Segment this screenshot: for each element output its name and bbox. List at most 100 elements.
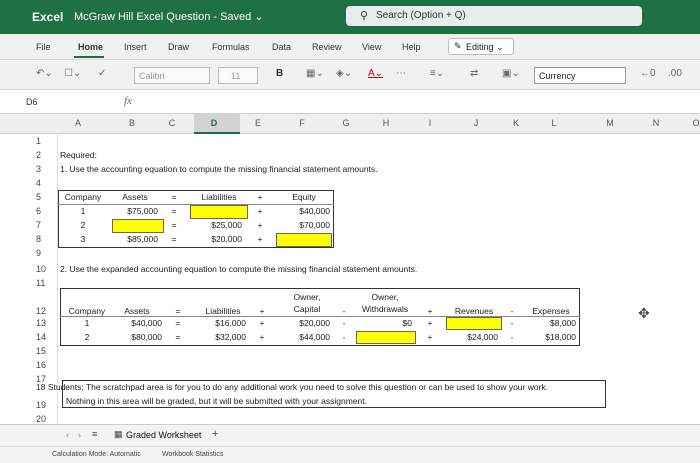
t2-r2-expenses: $18,000: [545, 332, 576, 342]
ribbon: ↶⌄ ☐⌄ ✓ Calibri 11 B ▦⌄ ◈⌄ A⌄ ⋯ ≡⌄ ⇄ ▣⌄ …: [0, 60, 700, 90]
t1-header-company: Company: [64, 192, 102, 202]
row-header[interactable]: 3: [32, 164, 58, 174]
t1-header-equity: Equity: [292, 192, 316, 202]
column-headers: A B C D E F G H I J K L M N O: [0, 114, 700, 134]
row-header[interactable]: 20: [32, 414, 58, 424]
prev-sheet-icon[interactable]: ‹: [66, 430, 69, 440]
align-icon[interactable]: ≡⌄: [430, 68, 444, 79]
t2-header-expenses: Expenses: [532, 306, 570, 316]
row-header[interactable]: 15: [32, 346, 58, 356]
row-header[interactable]: 5: [32, 192, 58, 202]
t2-r2-withdrawals-input[interactable]: [356, 331, 416, 344]
column-header[interactable]: F: [292, 118, 312, 128]
row-header[interactable]: 14: [32, 332, 58, 342]
sheet-list-icon[interactable]: ≡: [92, 429, 97, 439]
tab-review[interactable]: Review: [312, 42, 342, 52]
tab-formulas[interactable]: Formulas: [212, 42, 250, 52]
required-label: Required:: [60, 150, 97, 160]
t2-r1-minus2: -: [510, 318, 514, 328]
t2-r1-revenues-input[interactable]: [446, 317, 502, 330]
workbook-statistics[interactable]: Workbook Statistics: [162, 451, 223, 458]
column-header[interactable]: M: [600, 118, 620, 128]
tab-draw[interactable]: Draw: [168, 42, 189, 52]
instruction-2: 2. Use the expanded accounting equation …: [60, 264, 418, 274]
column-header[interactable]: C: [162, 118, 182, 128]
merge-icon[interactable]: ▣⌄: [502, 68, 520, 79]
next-sheet-icon[interactable]: ›: [78, 430, 81, 440]
row-header[interactable]: 2: [32, 150, 58, 160]
tab-insert[interactable]: Insert: [124, 42, 147, 52]
t2-header-minus2: -: [510, 306, 514, 316]
tab-help[interactable]: Help: [402, 42, 421, 52]
t2-r1-plus1: +: [259, 318, 265, 328]
row-header[interactable]: 4: [32, 178, 58, 188]
column-header[interactable]: E: [248, 118, 268, 128]
row-header[interactable]: 12: [32, 306, 58, 316]
t2-r1-withdrawals: $0: [402, 318, 412, 328]
add-sheet-button[interactable]: +: [212, 428, 218, 440]
t2-r1-eq: =: [175, 318, 181, 328]
t1-r3-equity-input[interactable]: [276, 233, 332, 247]
t1-r2-assets-input[interactable]: [112, 219, 164, 233]
increase-decimal-icon[interactable]: ←0: [640, 68, 656, 79]
row-header[interactable]: 11: [32, 278, 58, 288]
row-header[interactable]: 13: [32, 318, 58, 328]
fill-color-icon[interactable]: ◈⌄: [336, 68, 352, 79]
column-header[interactable]: N: [646, 118, 666, 128]
column-header[interactable]: L: [544, 118, 564, 128]
column-header[interactable]: B: [122, 118, 142, 128]
column-header[interactable]: K: [506, 118, 526, 128]
tab-file[interactable]: File: [36, 42, 51, 52]
document-title[interactable]: McGraw Hill Excel Question - Saved ⌄: [74, 10, 264, 23]
t1-r1-liabilities-input[interactable]: [190, 205, 248, 219]
tab-view[interactable]: View: [362, 42, 381, 52]
sheet-tabs-bar: ‹ › ≡ ▦ Graded Worksheet +: [0, 424, 700, 446]
sheet-tab-graded-worksheet[interactable]: Graded Worksheet: [126, 430, 201, 440]
tab-home[interactable]: Home: [78, 42, 103, 52]
format-painter-icon[interactable]: ✓: [98, 68, 106, 79]
more-options-icon[interactable]: ⋯: [396, 68, 406, 79]
row-header[interactable]: 10: [32, 264, 58, 274]
column-header[interactable]: H: [376, 118, 396, 128]
editing-label: Editing ⌄: [466, 42, 504, 52]
row-header[interactable]: 6: [32, 206, 58, 216]
t2-header-assets: Assets: [124, 306, 150, 316]
column-header[interactable]: A: [68, 118, 88, 128]
t2-r2-assets: $80,000: [131, 332, 162, 342]
bold-button[interactable]: B: [276, 68, 283, 79]
undo-icon[interactable]: ↶⌄: [36, 68, 53, 79]
decrease-decimal-icon[interactable]: .00: [668, 68, 682, 79]
column-header[interactable]: J: [466, 118, 486, 128]
t2-header-withdrawals-line2: Withdrawals: [361, 304, 409, 314]
font-color-icon[interactable]: A⌄: [368, 68, 383, 79]
borders-icon[interactable]: ▦⌄: [306, 68, 324, 79]
row-header[interactable]: 19: [32, 400, 58, 410]
worksheet-grid[interactable]: Required: 1. Use the accounting equation…: [36, 134, 700, 424]
calculation-mode[interactable]: Calculation Mode: Automatic: [52, 451, 141, 458]
status-bar: Calculation Mode: Automatic Workbook Sta…: [0, 446, 700, 463]
font-name-select[interactable]: Calibri: [134, 67, 210, 84]
column-header[interactable]: G: [336, 118, 356, 128]
clipboard-icon[interactable]: ☐⌄: [64, 68, 81, 79]
t2-r1-expenses: $8,000: [550, 318, 576, 328]
row-header[interactable]: 1: [32, 136, 58, 146]
wrap-text-icon[interactable]: ⇄: [470, 68, 478, 79]
font-size-select[interactable]: 11: [218, 67, 258, 84]
tab-data[interactable]: Data: [272, 42, 291, 52]
row-header[interactable]: 7: [32, 220, 58, 230]
t2-r1-liabilities: $16,000: [215, 318, 246, 328]
row-header[interactable]: 8: [32, 234, 58, 244]
number-format-select[interactable]: Currency: [534, 67, 626, 84]
name-box[interactable]: D6: [26, 97, 38, 107]
search-input[interactable]: ⚲ Search (Option + Q): [346, 6, 642, 26]
t1-r3-eq: =: [171, 234, 177, 244]
column-header[interactable]: O: [686, 118, 700, 128]
t2-header-plus2: +: [427, 306, 433, 316]
column-header[interactable]: D: [204, 118, 224, 128]
column-header[interactable]: I: [420, 118, 440, 128]
fx-icon[interactable]: fx: [124, 95, 132, 107]
t2-header-minus1: -: [342, 306, 346, 316]
row-header[interactable]: 16: [32, 360, 58, 370]
row-header[interactable]: 9: [32, 248, 58, 258]
editing-mode-button[interactable]: ✎ Editing ⌄: [448, 38, 514, 55]
